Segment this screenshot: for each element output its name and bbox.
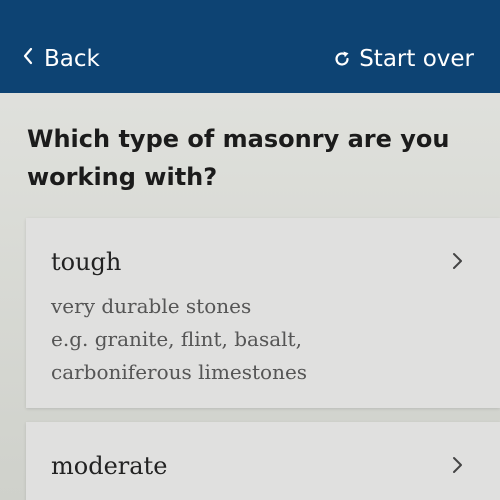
option-title: tough xyxy=(51,248,122,276)
start-over-button[interactable]: Start over xyxy=(333,43,474,75)
option-description: very durable stones e.g. granite, flint,… xyxy=(51,290,307,389)
back-label: Back xyxy=(44,45,100,72)
option-card-tough[interactable]: tough very durable stones e.g. granite, … xyxy=(26,218,500,408)
option-description-line: carboniferous limestones xyxy=(51,360,308,384)
option-card-moderate[interactable]: moderate xyxy=(26,422,500,500)
refresh-icon xyxy=(333,50,351,68)
option-title: moderate xyxy=(51,452,168,480)
top-navigation-bar: Back Start over xyxy=(0,0,500,93)
chevron-left-icon xyxy=(22,47,34,70)
chevron-right-icon xyxy=(448,456,466,474)
option-description-line: e.g. granite, flint, basalt, xyxy=(51,327,302,351)
back-button[interactable]: Back xyxy=(22,43,100,75)
start-over-label: Start over xyxy=(359,45,474,72)
option-description-line: very durable stones xyxy=(51,294,252,318)
question-heading: Which type of masonry are you working wi… xyxy=(27,125,450,191)
chevron-right-icon xyxy=(448,252,466,270)
